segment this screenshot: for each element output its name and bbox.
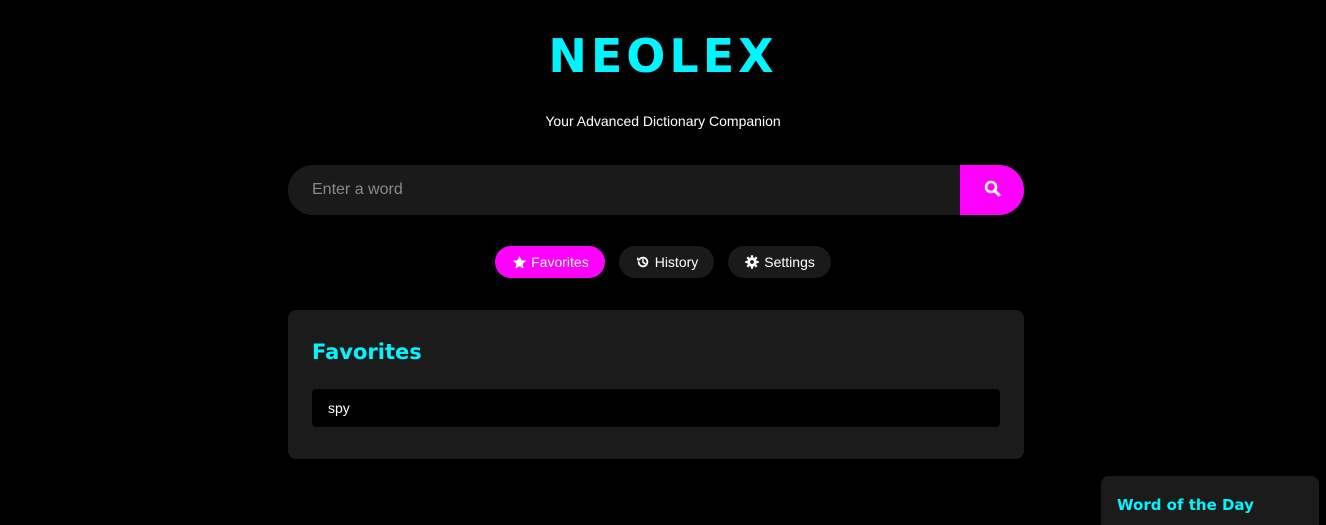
- search-bar: [288, 165, 1024, 215]
- favorites-title: Favorites: [312, 340, 422, 364]
- tab-history[interactable]: History: [618, 246, 715, 278]
- app-title: NEOLEX: [548, 29, 778, 83]
- search-button[interactable]: [960, 165, 1024, 215]
- app-root: NEOLEX Your Advanced Dictionary Companio…: [0, 0, 1326, 525]
- tab-favorites-label: Favorites: [531, 254, 589, 270]
- tab-settings[interactable]: Settings: [728, 246, 831, 278]
- star-icon: [511, 254, 527, 270]
- search-input[interactable]: [288, 165, 960, 215]
- tab-history-label: History: [654, 254, 699, 270]
- tab-favorites[interactable]: Favorites: [495, 246, 605, 278]
- app-tagline: Your Advanced Dictionary Companion: [545, 113, 781, 129]
- word-of-the-day-title: Word of the Day: [1117, 496, 1254, 514]
- nav-tabs: Favorites History Settings: [0, 246, 1326, 278]
- word-of-the-day-card: Word of the Day: [1101, 476, 1319, 525]
- history-icon: [635, 254, 651, 270]
- favorites-panel: Favorites spy: [288, 310, 1024, 459]
- gear-icon: [744, 254, 760, 270]
- search-icon: [984, 180, 1001, 200]
- tab-settings-label: Settings: [764, 254, 815, 270]
- favorite-item[interactable]: spy: [312, 389, 1000, 427]
